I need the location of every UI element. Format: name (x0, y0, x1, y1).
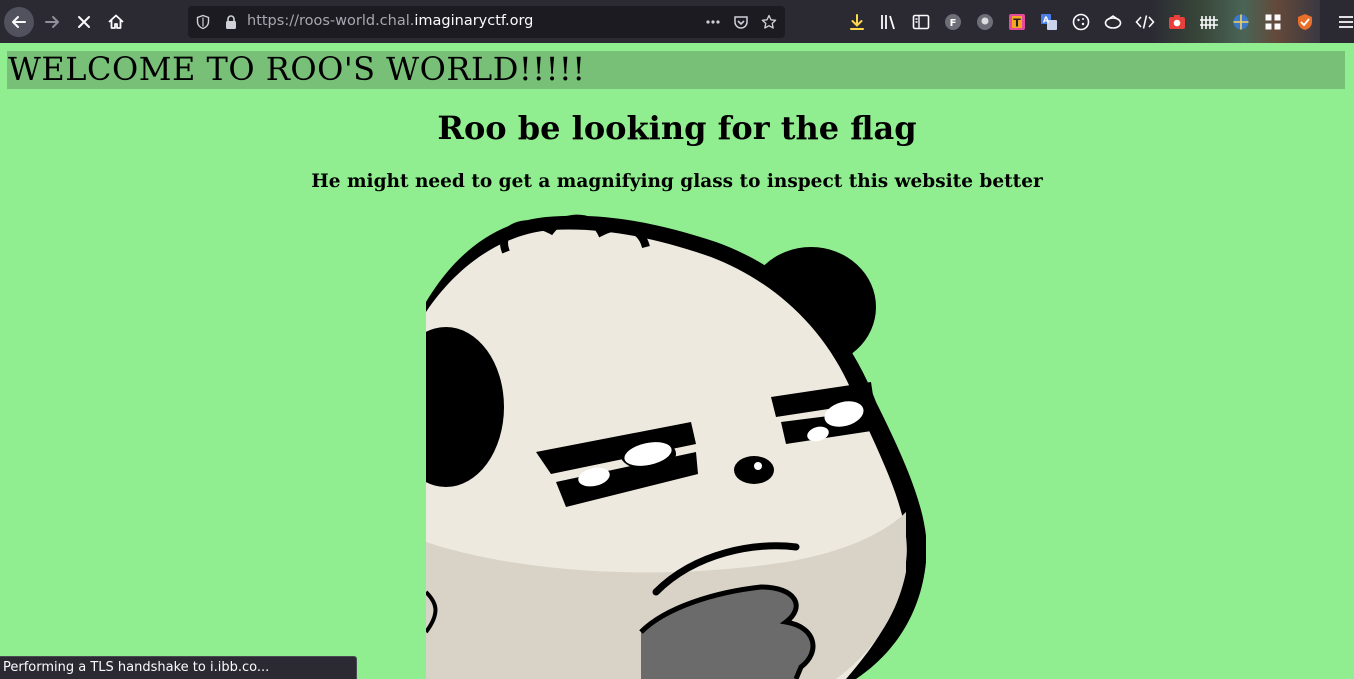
status-text: Performing a TLS handshake to i.ibb.co..… (3, 660, 270, 675)
url-prefix: https://roos-world.chal. (247, 13, 415, 29)
forward-button[interactable] (37, 7, 67, 37)
svg-text:T: T (1013, 17, 1021, 30)
download-icon[interactable] (847, 12, 867, 32)
screenshot-icon[interactable] (1167, 12, 1187, 32)
extension-grid-icon[interactable] (1263, 12, 1283, 32)
svg-text:A: A (1043, 16, 1050, 25)
browser-toolbar: https://roos-world.chal.imaginaryctf.org… (0, 0, 1354, 43)
back-button[interactable] (4, 7, 34, 37)
extension-f-icon[interactable]: F (943, 12, 963, 32)
page-heading: Roo be looking for the flag (437, 109, 917, 147)
url-text[interactable]: https://roos-world.chal.imaginaryctf.org (247, 13, 533, 29)
extension-t-icon[interactable]: T (1007, 12, 1027, 32)
tracking-shield-icon[interactable] (195, 14, 211, 30)
url-domain: imaginaryctf.org (414, 13, 534, 29)
pocket-icon[interactable] (733, 14, 749, 30)
extension-ghost-icon[interactable] (975, 12, 995, 32)
library-icon[interactable] (879, 12, 899, 32)
page-subheading: He might need to get a magnifying glass … (311, 171, 1043, 192)
back-arrow-icon (12, 16, 26, 28)
forward-arrow-icon (45, 16, 59, 28)
lock-icon[interactable] (223, 14, 239, 30)
welcome-text: WELCOME TO ROO'S WORLD!!!!! (8, 50, 586, 88)
page-actions-icon[interactable] (705, 14, 721, 30)
status-panel: Performing a TLS handshake to i.ibb.co..… (0, 656, 357, 679)
home-button[interactable] (101, 7, 131, 37)
roo-panda-image (426, 212, 926, 679)
stop-loading-button[interactable] (69, 7, 99, 37)
extension-fence-icon[interactable] (1199, 12, 1219, 32)
reader-sidebar-icon[interactable] (911, 12, 931, 32)
cookie-icon[interactable] (1071, 12, 1091, 32)
menu-icon[interactable] (1336, 12, 1354, 32)
home-icon (108, 14, 124, 29)
roo-illustration (426, 214, 926, 679)
translate-icon[interactable]: A (1039, 12, 1059, 32)
extension-bird-icon[interactable] (1103, 12, 1123, 32)
svg-text:F: F (950, 18, 957, 29)
bookmark-star-icon[interactable] (761, 14, 777, 30)
extension-globe-icon[interactable] (1231, 12, 1251, 32)
close-icon (78, 16, 90, 28)
code-icon[interactable] (1135, 12, 1155, 32)
url-bar[interactable]: https://roos-world.chal.imaginaryctf.org (188, 6, 785, 38)
extension-shield-icon[interactable] (1295, 12, 1315, 32)
